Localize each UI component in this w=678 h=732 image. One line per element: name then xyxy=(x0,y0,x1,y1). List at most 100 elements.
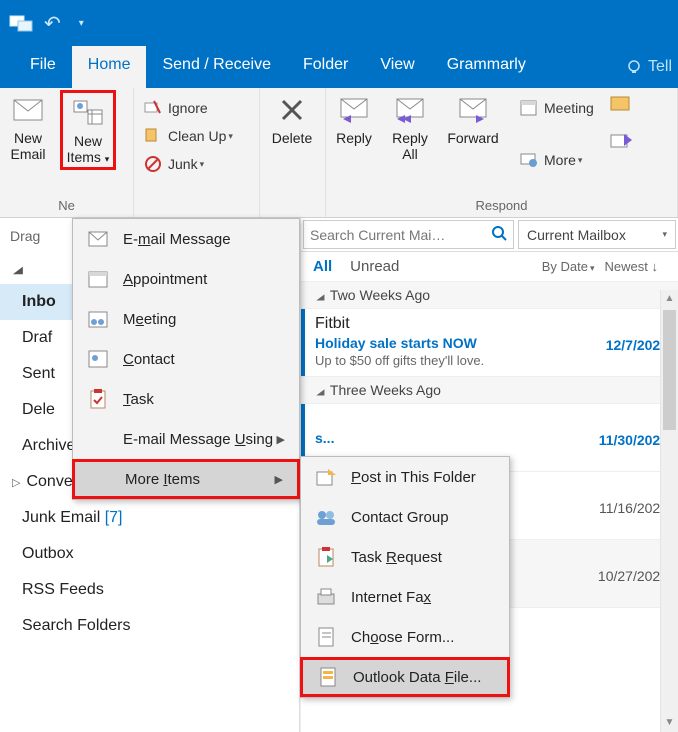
menu-choose-form[interactable]: Choose Form... xyxy=(301,617,509,657)
post-icon xyxy=(315,466,337,488)
menu-email-using[interactable]: E-mail Message Using ▶ xyxy=(73,419,299,459)
search-scope[interactable]: Current Mailbox ▾ xyxy=(518,220,676,249)
menu-internet-fax[interactable]: Internet Fax xyxy=(301,577,509,617)
reply-label: Reply xyxy=(328,130,380,146)
reply-all-button[interactable]: Reply All xyxy=(382,88,438,164)
group-three-weeks[interactable]: Three Weeks Ago xyxy=(301,377,678,404)
forward-button[interactable]: Forward xyxy=(438,88,508,148)
menu-more-items[interactable]: More Items ▶ xyxy=(72,459,300,499)
rules-icon[interactable] xyxy=(610,132,632,150)
tab-home[interactable]: Home xyxy=(72,46,147,88)
tab-view[interactable]: View xyxy=(364,46,430,88)
ignore-icon xyxy=(144,99,162,117)
tab-file[interactable]: File xyxy=(14,46,72,88)
menu-meeting[interactable]: Meeting xyxy=(73,299,299,339)
folder-rss[interactable]: RSS Feeds xyxy=(0,572,299,608)
clean-up-label: Clean Up xyxy=(168,128,226,144)
filter-all[interactable]: All xyxy=(313,258,332,275)
menu-post-label: Post in This Folder xyxy=(351,469,476,486)
ignore-label: Ignore xyxy=(168,100,208,116)
new-items-button[interactable]: New Items ▾ xyxy=(60,90,116,170)
ribbon-tabs: File Home Send / Receive Folder View Gra… xyxy=(0,46,678,88)
tell-me-label: Tell xyxy=(648,58,672,76)
delete-button[interactable]: Delete xyxy=(260,88,324,148)
contact-icon xyxy=(87,348,109,370)
undo-button[interactable]: ↶ xyxy=(44,11,61,36)
more-respond-label: More xyxy=(544,152,576,168)
meeting-label: Meeting xyxy=(544,100,594,116)
search-input[interactable]: Search Current Mai… xyxy=(303,220,514,249)
scroll-thumb[interactable] xyxy=(663,310,676,430)
tab-grammarly[interactable]: Grammarly xyxy=(431,46,542,88)
folder-outbox[interactable]: Outbox xyxy=(0,536,299,572)
menu-email-label: E-mail Message xyxy=(123,231,231,248)
junk-button[interactable]: Junk▾ xyxy=(138,150,210,178)
tab-send-receive[interactable]: Send / Receive xyxy=(146,46,287,88)
folder-search-folders[interactable]: Search Folders xyxy=(0,608,299,644)
form-icon xyxy=(315,626,337,648)
reply-button[interactable]: Reply xyxy=(326,88,382,148)
qat-customize[interactable]: ▾ xyxy=(79,18,84,29)
sort-newest[interactable]: Newest ↓ xyxy=(605,259,658,274)
menu-fax-label: Internet Fax xyxy=(351,589,431,606)
forward-icon xyxy=(456,97,490,123)
task-icon xyxy=(87,388,109,410)
menu-post-in-folder[interactable]: Post in This Folder xyxy=(301,457,509,497)
search-bar: Search Current Mai… Current Mailbox ▾ xyxy=(301,218,678,252)
calendar-icon xyxy=(520,99,538,117)
menu-odf-label: Outlook Data File... xyxy=(353,669,481,686)
reply-icon xyxy=(337,97,371,123)
message-date: 11/16/2020 xyxy=(599,478,668,531)
app-icon xyxy=(8,12,34,34)
message-date: 10/27/2020 xyxy=(598,546,668,599)
scroll-up-icon[interactable]: ▲ xyxy=(661,290,678,308)
message-row[interactable]: Fitbit Holiday sale starts NOW Up to $50… xyxy=(301,309,678,377)
menu-task-request[interactable]: Task Request xyxy=(301,537,509,577)
move-icon[interactable] xyxy=(610,94,632,112)
filter-unread[interactable]: Unread xyxy=(350,258,399,275)
clean-up-button[interactable]: Clean Up▾ xyxy=(138,122,239,150)
message-from: Fitbit xyxy=(315,315,606,333)
filter-row: All Unread By Date▾ Newest ↓ xyxy=(301,252,678,282)
task-request-icon xyxy=(315,546,337,568)
broom-icon xyxy=(144,127,162,145)
more-respond-button[interactable]: More▾ xyxy=(514,146,600,174)
group-respond-label: Respond xyxy=(326,196,677,217)
folder-junk-label: Junk Email xyxy=(22,509,100,526)
delete-icon xyxy=(279,97,305,123)
new-items-menu: E-mail Message Appointment Meeting Conta… xyxy=(72,218,300,500)
menu-contact[interactable]: Contact xyxy=(73,339,299,379)
more-items-submenu: Post in This Folder Contact Group Task R… xyxy=(300,456,510,698)
scrollbar[interactable]: ▲ ▼ xyxy=(660,290,678,732)
calendar-icon xyxy=(87,268,109,290)
menu-outlook-data-file[interactable]: Outlook Data File... xyxy=(300,657,510,697)
reply-all-icon xyxy=(393,97,427,123)
search-icon[interactable] xyxy=(491,225,507,244)
meeting-button[interactable]: Meeting xyxy=(514,94,600,122)
delete-label: Delete xyxy=(262,130,322,146)
new-email-button[interactable]: New Email xyxy=(0,88,56,164)
menu-contact-group[interactable]: Contact Group xyxy=(301,497,509,537)
tell-me[interactable]: Tell xyxy=(626,46,678,88)
title-bar: ↶ ▾ xyxy=(0,0,678,46)
submenu-arrow-icon: ▶ xyxy=(275,473,283,486)
menu-contact-label: Contact xyxy=(123,351,175,368)
folder-junk[interactable]: Junk Email [7] xyxy=(0,500,299,536)
menu-meeting-label: Meeting xyxy=(123,311,176,328)
menu-choose-form-label: Choose Form... xyxy=(351,629,454,646)
tab-folder[interactable]: Folder xyxy=(287,46,364,88)
menu-task[interactable]: Task xyxy=(73,379,299,419)
group-two-weeks[interactable]: Two Weeks Ago xyxy=(301,282,678,309)
ignore-button[interactable]: Ignore xyxy=(138,94,214,122)
lightbulb-icon xyxy=(626,59,642,75)
menu-appointment-label: Appointment xyxy=(123,271,207,288)
forward-label: Forward xyxy=(440,130,506,146)
menu-email-message[interactable]: E-mail Message xyxy=(73,219,299,259)
more-icon xyxy=(520,151,538,169)
sort-by-date[interactable]: By Date▾ xyxy=(542,259,595,274)
menu-appointment[interactable]: Appointment xyxy=(73,259,299,299)
message-preview: Up to $50 off gifts they'll love. xyxy=(315,353,606,368)
scroll-down-icon[interactable]: ▼ xyxy=(661,714,678,732)
message-subject: s... xyxy=(315,430,599,446)
message-subject: Holiday sale starts NOW xyxy=(315,335,606,351)
